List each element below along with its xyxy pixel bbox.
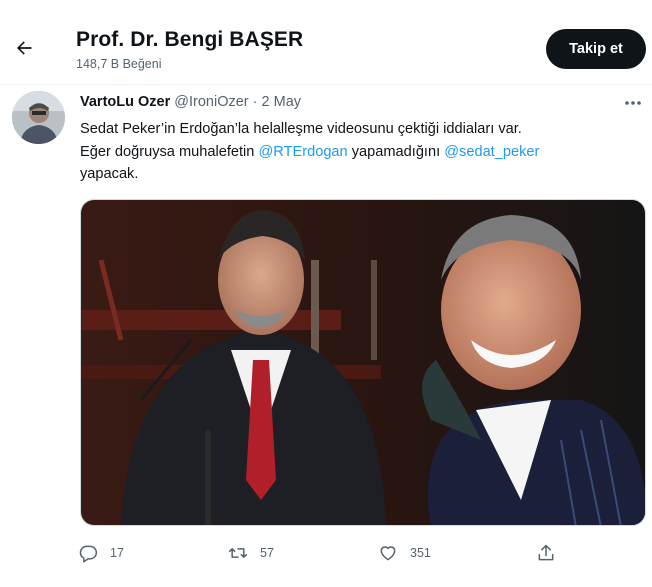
more-dots-icon	[625, 101, 641, 105]
back-button[interactable]	[10, 34, 38, 62]
tweet-media-image[interactable]	[80, 199, 646, 526]
mention-link-sedat-peker[interactable]: @sedat_peker	[444, 144, 539, 160]
tweet-text-segment: Eğer doğruysa muhalefetin	[80, 143, 259, 160]
follow-button[interactable]: Takip et	[546, 29, 646, 69]
share-button[interactable]	[536, 540, 556, 566]
profile-likes-count: 148,7 B Beğeni	[76, 57, 162, 71]
back-arrow-icon	[17, 41, 32, 55]
share-icon	[538, 544, 554, 561]
retweet-count: 57	[260, 546, 274, 560]
retweet-button[interactable]: 57	[228, 540, 274, 566]
profile-name: Prof. Dr. Bengi BAŞER	[76, 28, 304, 51]
tweet-text: Sedat Peker’in Erdoğan’la helalleşme vid…	[80, 118, 635, 186]
mention-link-rterdogan[interactable]: @RTErdogan	[258, 144, 347, 160]
author-handle[interactable]: @IroniOzer	[174, 94, 248, 110]
tweet-date[interactable]: 2 May	[262, 94, 302, 110]
reply-count: 17	[110, 546, 124, 560]
heart-icon	[380, 546, 396, 561]
separator-dot: ·	[252, 94, 258, 110]
tweet-text-segment: yapamadığını	[347, 143, 445, 160]
avatar-image	[12, 91, 65, 144]
tweet-text-line1: Sedat Peker’in Erdoğan’la helalleşme vid…	[80, 121, 522, 137]
profile-header: Prof. Dr. Bengi BAŞER 148,7 B Beğeni Tak…	[0, 0, 652, 84]
avatar[interactable]	[12, 91, 65, 144]
like-count: 351	[410, 546, 431, 560]
tweet-header: VartoLu Ozer @IroniOzer · 2 May	[80, 94, 301, 110]
reply-icon	[79, 545, 98, 563]
like-button[interactable]: 351	[378, 540, 431, 566]
media-photo	[81, 200, 645, 525]
tweet-actions: 17 57 351	[76, 540, 566, 566]
tweet-text-line2: Eğer doğruysa muhalefetin @RTErdogan yap…	[80, 141, 635, 164]
author-name[interactable]: VartoLu Ozer	[80, 94, 170, 110]
header-divider	[0, 84, 652, 85]
reply-button[interactable]: 17	[78, 540, 124, 566]
more-options-button[interactable]	[620, 92, 646, 114]
retweet-icon	[228, 548, 248, 558]
tweet-text-line3: yapacak.	[80, 166, 139, 182]
